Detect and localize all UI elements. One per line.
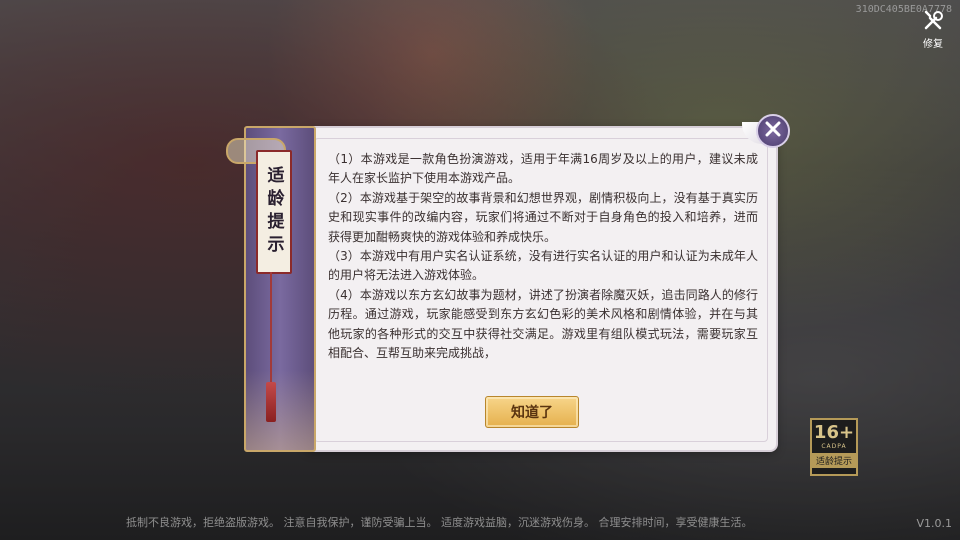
age-notice-dialog: 适龄提示 （1）本游戏是一款角色扮演游戏，适用于年满16周岁及以上的用户，建议未… (226, 114, 790, 452)
age-rating-org: CADPA (821, 443, 847, 450)
notice-content[interactable]: （1）本游戏是一款角色扮演游戏，适用于年满16周岁及以上的用户，建议未成年人在家… (328, 150, 758, 384)
close-icon (765, 121, 781, 141)
notice-paragraph-1: （1）本游戏是一款角色扮演游戏，适用于年满16周岁及以上的用户，建议未成年人在家… (328, 152, 758, 186)
repair-button[interactable]: 修复 (920, 10, 946, 50)
version-label: V1.0.1 (916, 517, 952, 530)
notice-paragraph-4: （4）本游戏以东方玄幻故事为题材，讲述了扮演者除魔灭妖，追击同路人的修行历程。通… (328, 287, 758, 361)
repair-tools-icon (922, 10, 944, 34)
age-rating-badge[interactable]: 16+ CADPA 适龄提示 (810, 418, 858, 476)
health-advisory-footer: 抵制不良游戏，拒绝盗版游戏。 注意自我保护，谨防受骗上当。 适度游戏益脑，沉迷游… (126, 516, 753, 529)
notice-paragraph-3: （3）本游戏中有用户实名认证系统，没有进行实名认证的用户和认证为未成年人的用户将… (328, 249, 758, 283)
age-rating-tip: 适龄提示 (812, 453, 856, 468)
repair-label: 修复 (923, 39, 943, 50)
dialog-title-plate: 适龄提示 (256, 150, 292, 274)
notice-paragraph-2: （2）本游戏基于架空的故事背景和幻想世界观，剧情积极向上，没有基于真实历史和现实… (328, 190, 758, 244)
dialog-title: 适龄提示 (263, 166, 284, 258)
close-button[interactable] (756, 114, 790, 148)
red-cord-decoration (270, 272, 272, 382)
tassel-decoration (266, 382, 276, 422)
age-rating-number: 16+ (813, 422, 855, 443)
acknowledge-button[interactable]: 知道了 (485, 396, 579, 428)
